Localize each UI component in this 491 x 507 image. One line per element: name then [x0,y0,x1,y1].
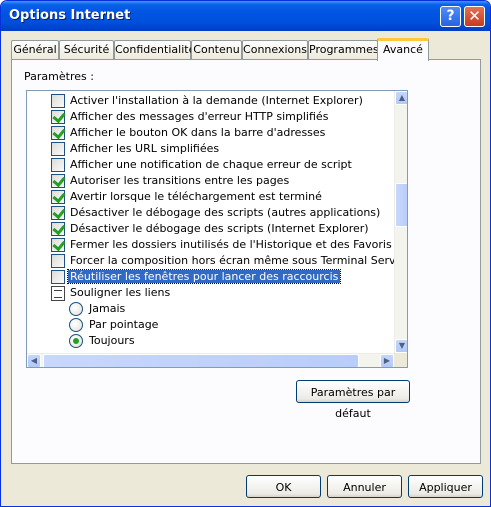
setting-checkbox[interactable] [51,190,65,204]
radio-label: Par pointage [89,318,159,331]
close-button[interactable]: ✕ [464,6,485,27]
setting-row[interactable]: Activer l'installation à la demande (Int… [27,93,397,109]
tab-general[interactable]: Général [11,40,59,60]
radio-label: Toujours [89,334,135,347]
chevron-left-icon: ◀ [30,356,38,365]
tab-contenu[interactable]: Contenu [191,40,242,60]
tab-programmes[interactable]: Programmes [308,40,379,60]
underline-links-group: Souligner les liens [27,285,397,301]
setting-label: Désactiver le débogage des scripts (autr… [70,206,381,219]
horizontal-scroll-thumb[interactable] [43,354,359,367]
scroll-right-button[interactable]: ▶ [380,354,394,367]
scroll-up-button[interactable]: ▲ [395,91,407,105]
setting-label: Autoriser les transitions entre les page… [70,174,290,187]
setting-label: Afficher des messages d'erreur HTTP simp… [70,110,329,123]
setting-row[interactable]: Afficher des messages d'erreur HTTP simp… [27,109,397,125]
tab-avance[interactable]: Avancé [377,38,429,61]
setting-row-selected[interactable]: Réutiliser les fenêtres pour lancer des … [27,269,397,285]
setting-row[interactable]: Forcer la composition hors écran même so… [27,253,407,269]
setting-row[interactable]: Désactiver le débogage des scripts (Inte… [27,221,397,237]
setting-label: Désactiver le débogage des scripts (Inte… [70,222,369,235]
cancel-button[interactable]: Annuler [327,475,402,498]
setting-label: Fermer les dossiers inutilisés de l'Hist… [70,238,407,251]
settings-tree[interactable]: Activer l'installation à la demande (Int… [26,90,408,368]
settings-group-label: Paramètres : [24,70,94,83]
setting-checkbox[interactable] [51,206,65,220]
underline-links-label: Souligner les liens [70,286,171,299]
chevron-down-icon: ▼ [398,341,406,350]
setting-label: Afficher une notification de chaque erre… [70,158,352,171]
setting-row[interactable]: Afficher le bouton OK dans la barre d'ad… [27,125,397,141]
setting-label: Afficher les URL simplifiées [70,142,220,155]
radio-option-jamais[interactable]: Jamais [27,301,397,317]
setting-checkbox[interactable] [51,254,65,268]
setting-checkbox[interactable] [51,270,65,284]
setting-label-selected: Réutiliser les fenêtres pour lancer des … [66,269,342,284]
setting-label: Forcer la composition hors écran même so… [70,254,407,267]
setting-checkbox[interactable] [51,142,65,156]
scroll-down-button[interactable]: ▼ [395,339,407,353]
vertical-scroll-thumb[interactable] [395,183,407,227]
document-icon [51,286,65,301]
setting-checkbox[interactable] [51,174,65,188]
radio-option-toujours[interactable]: Toujours [27,333,397,349]
chevron-up-icon: ▲ [398,93,406,102]
setting-row[interactable]: Avertir lorsque le téléchargement est te… [27,189,397,205]
chevron-right-icon: ▶ [383,356,391,365]
restore-defaults-button[interactable]: Paramètres par défaut [296,380,410,420]
setting-label: Afficher le bouton OK dans la barre d'ad… [70,126,326,139]
tab-confidentialite[interactable]: Confidentialité [114,40,195,60]
scroll-corner [394,353,407,367]
advanced-panel: Paramètres : Activer l'installation à la… [11,59,481,464]
radio-label: Jamais [89,302,126,315]
radio-option-par-pointage[interactable]: Par pointage [27,317,397,333]
help-icon: ? [446,8,455,24]
setting-label: Avertir lorsque le téléchargement est te… [70,190,322,203]
scroll-left-button[interactable]: ◀ [27,354,41,367]
setting-row[interactable]: Afficher les URL simplifiées [27,141,397,157]
apply-button[interactable]: Appliquer [408,475,483,498]
setting-label: Activer l'installation à la demande (Int… [70,94,363,107]
setting-row[interactable]: Désactiver le débogage des scripts (autr… [27,205,397,221]
radio-button[interactable] [69,302,83,316]
tab-securite[interactable]: Sécurité [59,40,114,60]
setting-checkbox[interactable] [51,222,65,236]
horizontal-scrollbar[interactable]: ◀ ▶ [27,353,394,367]
ok-button[interactable]: OK [246,475,321,498]
setting-row[interactable]: Fermer les dossiers inutilisés de l'Hist… [27,237,407,253]
vertical-scrollbar[interactable]: ▲ ▼ [394,91,407,353]
close-icon: ✕ [468,7,481,25]
setting-row[interactable]: Autoriser les transitions entre les page… [27,173,397,189]
options-internet-dialog: Options Internet ? ✕ Général Sécurité Co… [0,0,491,507]
radio-button[interactable] [69,318,83,332]
setting-checkbox[interactable] [51,158,65,172]
tab-connexions[interactable]: Connexions [242,40,308,60]
setting-checkbox[interactable] [51,126,65,140]
setting-checkbox[interactable] [51,238,65,252]
title-bar[interactable]: Options Internet ? ✕ [1,1,490,31]
help-button[interactable]: ? [440,6,461,27]
setting-row[interactable]: Afficher une notification de chaque erre… [27,157,397,173]
setting-checkbox[interactable] [51,94,65,108]
radio-button-selected[interactable] [69,334,83,348]
window-title: Options Internet [9,8,131,23]
setting-checkbox[interactable] [51,110,65,124]
